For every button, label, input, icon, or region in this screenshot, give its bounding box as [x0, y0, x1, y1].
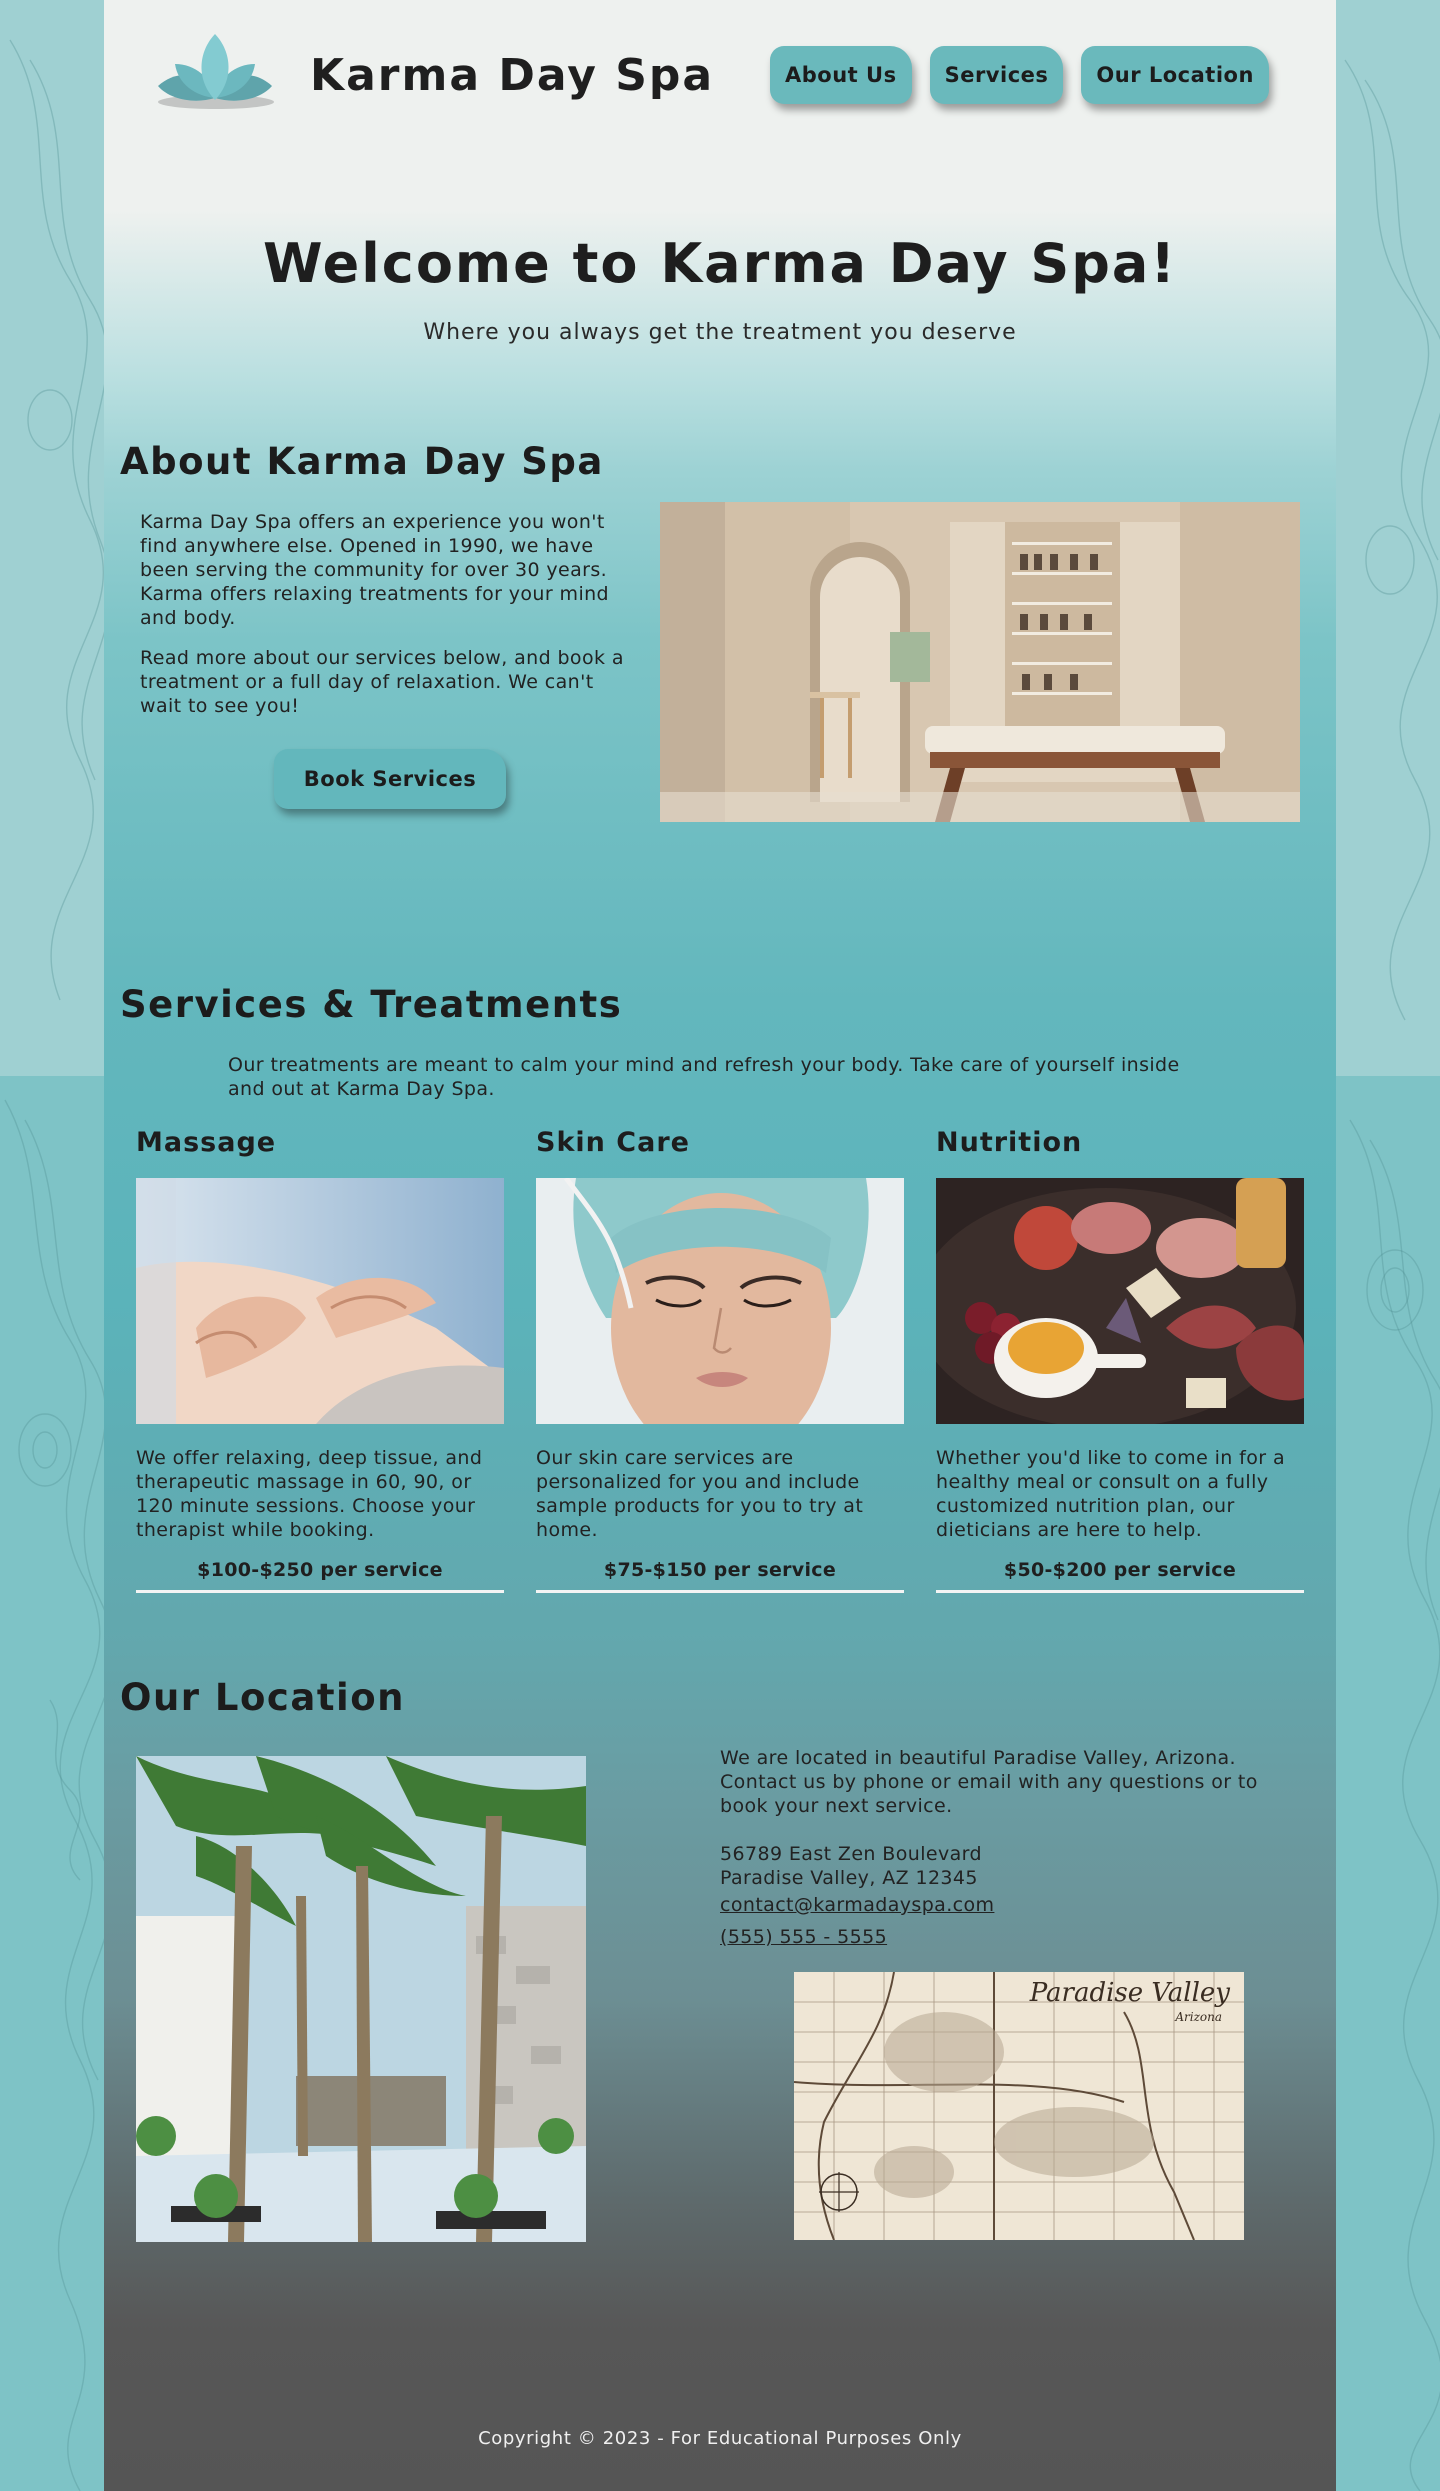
- service-price-massage: $100-$250 per service: [197, 1559, 443, 1581]
- footer-copyright: Copyright © 2023 - For Educational Purpo…: [478, 2428, 962, 2449]
- service-divider: [136, 1590, 504, 1593]
- map-subtitle-label: Arizona: [1175, 2010, 1222, 2024]
- paradise-valley-map: Paradise Valley Arizona: [794, 1972, 1244, 2240]
- service-title-skin-care: Skin Care: [536, 1127, 690, 1158]
- service-description-skin-care: Our skin care services are personalized …: [536, 1447, 864, 1541]
- massage-photo: [136, 1178, 504, 1424]
- hero-subtitle: Where you always get the treatment you d…: [423, 320, 1017, 345]
- service-title-nutrition: Nutrition: [936, 1127, 1083, 1158]
- services-intro: Our treatments are meant to calm your mi…: [228, 1054, 1180, 1100]
- service-price-skin-care: $75-$150 per service: [603, 1559, 837, 1581]
- nav-our-location-button[interactable]: Our Location: [1081, 46, 1269, 104]
- book-services-button[interactable]: Book Services: [274, 749, 506, 809]
- main-nav: About Us Services Our Location: [770, 46, 1269, 104]
- location-heading: Our Location: [120, 1676, 405, 1719]
- palm-courtyard-photo: [136, 1756, 586, 2242]
- nav-about-us-button[interactable]: About Us: [770, 46, 912, 104]
- service-price-nutrition: $50-$200 per service: [1003, 1559, 1237, 1581]
- treatment-room-photo: [660, 502, 1300, 822]
- skin-care-photo: [536, 1178, 904, 1424]
- address-line-1: 56789 East Zen Boulevard: [720, 1843, 982, 1865]
- map-title-label: Paradise Valley: [1029, 1978, 1230, 2008]
- charcuterie-photo: [936, 1178, 1304, 1424]
- lotus-logo-icon: [158, 34, 274, 109]
- services-heading: Services & Treatments: [120, 983, 623, 1026]
- about-paragraph-1: Karma Day Spa offers an experience you w…: [140, 511, 610, 629]
- email-link[interactable]: contact@karmadayspa.com: [720, 1893, 994, 1917]
- address-line-2: Paradise Valley, AZ 12345: [720, 1867, 978, 1889]
- nav-services-button[interactable]: Services: [929, 46, 1064, 104]
- about-heading: About Karma Day Spa: [120, 440, 604, 483]
- page-container: Karma Day Spa About Us Services Our Loca…: [104, 0, 1336, 2491]
- service-divider: [536, 1590, 904, 1593]
- service-description-nutrition: Whether you'd like to come in for a heal…: [936, 1447, 1285, 1541]
- service-description-massage: We offer relaxing, deep tissue, and ther…: [136, 1447, 483, 1541]
- service-title-massage: Massage: [136, 1127, 277, 1158]
- service-divider: [936, 1590, 1304, 1593]
- location-intro: We are located in beautiful Paradise Val…: [720, 1747, 1258, 1817]
- about-paragraph-2: Read more about our services below, and …: [140, 647, 624, 717]
- hero-title: Welcome to Karma Day Spa!: [263, 232, 1177, 295]
- phone-link[interactable]: (555) 555 - 5555: [720, 1925, 887, 1949]
- site-title: Karma Day Spa: [310, 50, 715, 101]
